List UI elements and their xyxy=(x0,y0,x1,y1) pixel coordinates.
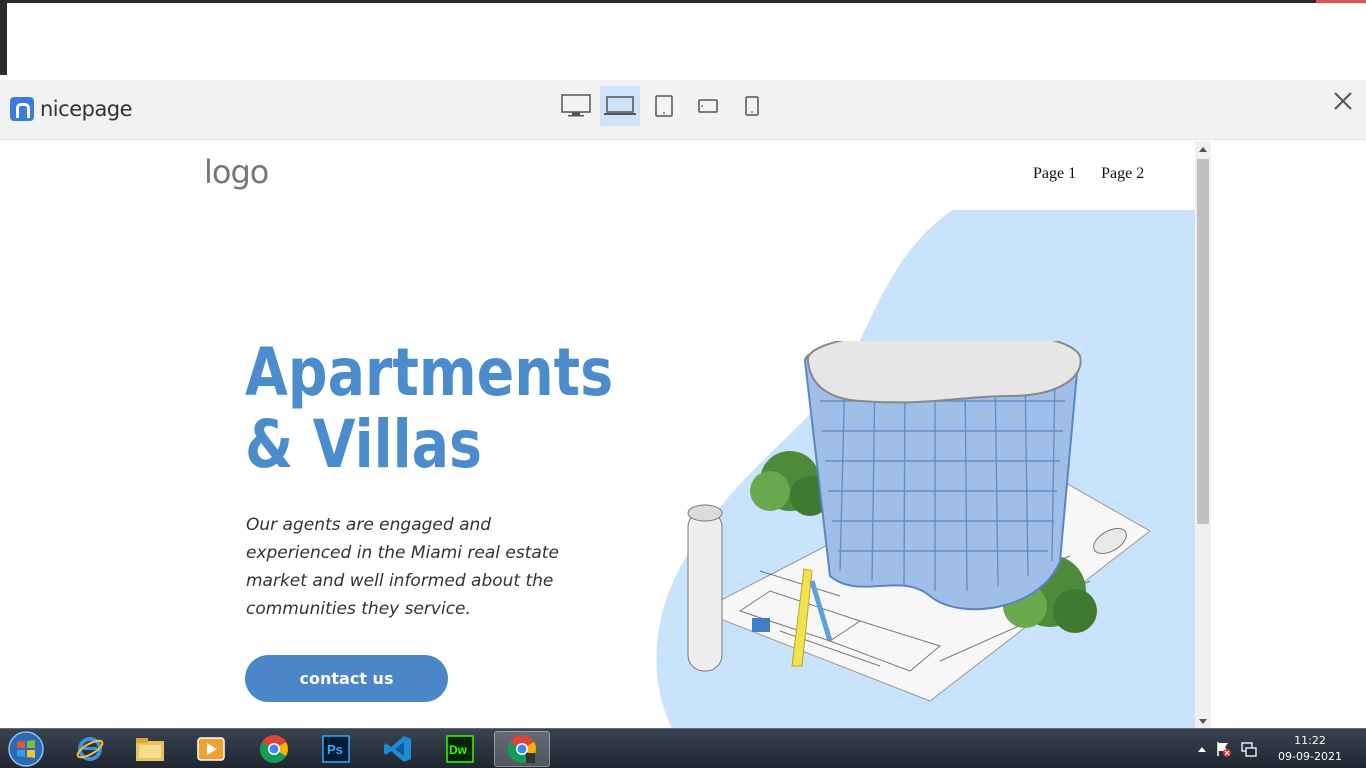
network-icon[interactable] xyxy=(1240,740,1258,758)
chrome-active-icon[interactable] xyxy=(494,731,550,767)
media-player-icon[interactable] xyxy=(183,731,239,767)
preview-scrollbar[interactable] xyxy=(1195,141,1211,728)
scroll-down-arrow-icon[interactable] xyxy=(1199,719,1207,724)
window-edge xyxy=(0,3,7,75)
site-nav: Page 1 Page 2 xyxy=(1033,165,1144,183)
internet-explorer-icon[interactable] xyxy=(62,731,118,767)
desktop-icon[interactable] xyxy=(556,86,596,126)
blank-area xyxy=(7,3,1366,80)
nicepage-logo-icon xyxy=(10,97,34,121)
site-preview: logo Page 1 Page 2 Apartments & Villas O… xyxy=(0,141,1195,728)
contact-us-button[interactable]: contact us xyxy=(245,655,448,702)
photoshop-icon[interactable]: Ps xyxy=(308,731,364,767)
clock-time: 11:22 xyxy=(1294,734,1326,747)
nav-link-page-1[interactable]: Page 1 xyxy=(1033,165,1076,183)
system-tray xyxy=(1198,729,1258,769)
hero-title-line-2: & Villas xyxy=(245,406,483,483)
hero-title-line-1: Apartments xyxy=(245,334,614,411)
vscode-icon[interactable] xyxy=(370,731,426,767)
windows-taskbar: Ps Dw 11:22 09-09-2021 xyxy=(0,728,1366,768)
photoshop-label: Ps xyxy=(327,742,343,757)
tablet-landscape-icon[interactable] xyxy=(688,86,728,126)
laptop-icon[interactable] xyxy=(600,86,640,126)
phone-icon[interactable] xyxy=(732,86,772,126)
nav-link-page-2[interactable]: Page 2 xyxy=(1101,165,1144,183)
dreamweaver-icon[interactable]: Dw xyxy=(432,731,488,767)
file-explorer-icon[interactable] xyxy=(122,731,178,767)
right-gutter xyxy=(1211,141,1366,728)
scroll-up-arrow-icon[interactable] xyxy=(1199,147,1207,152)
nicepage-brand: nicepage xyxy=(10,96,133,122)
start-button-icon[interactable] xyxy=(6,730,46,768)
brand-name: nicepage xyxy=(40,97,133,121)
site-logo[interactable]: logo xyxy=(204,153,269,191)
building-illustration xyxy=(687,341,1150,702)
close-icon[interactable] xyxy=(1332,90,1354,112)
clock-date: 09-09-2021 xyxy=(1278,750,1342,763)
taskbar-clock[interactable]: 11:22 09-09-2021 xyxy=(1275,733,1345,765)
hero-title: Apartments & Villas xyxy=(245,337,613,481)
dreamweaver-label: Dw xyxy=(449,743,468,757)
scroll-thumb[interactable] xyxy=(1197,159,1209,524)
device-switcher xyxy=(556,86,772,126)
action-center-flag-icon[interactable] xyxy=(1214,740,1232,758)
chrome-icon[interactable] xyxy=(246,731,302,767)
preview-toolbar: nicepage xyxy=(0,80,1366,140)
hero-description: Our agents are engaged and experienced i… xyxy=(246,515,559,619)
tablet-icon[interactable] xyxy=(644,86,684,126)
show-hidden-icons-icon[interactable] xyxy=(1198,746,1206,752)
